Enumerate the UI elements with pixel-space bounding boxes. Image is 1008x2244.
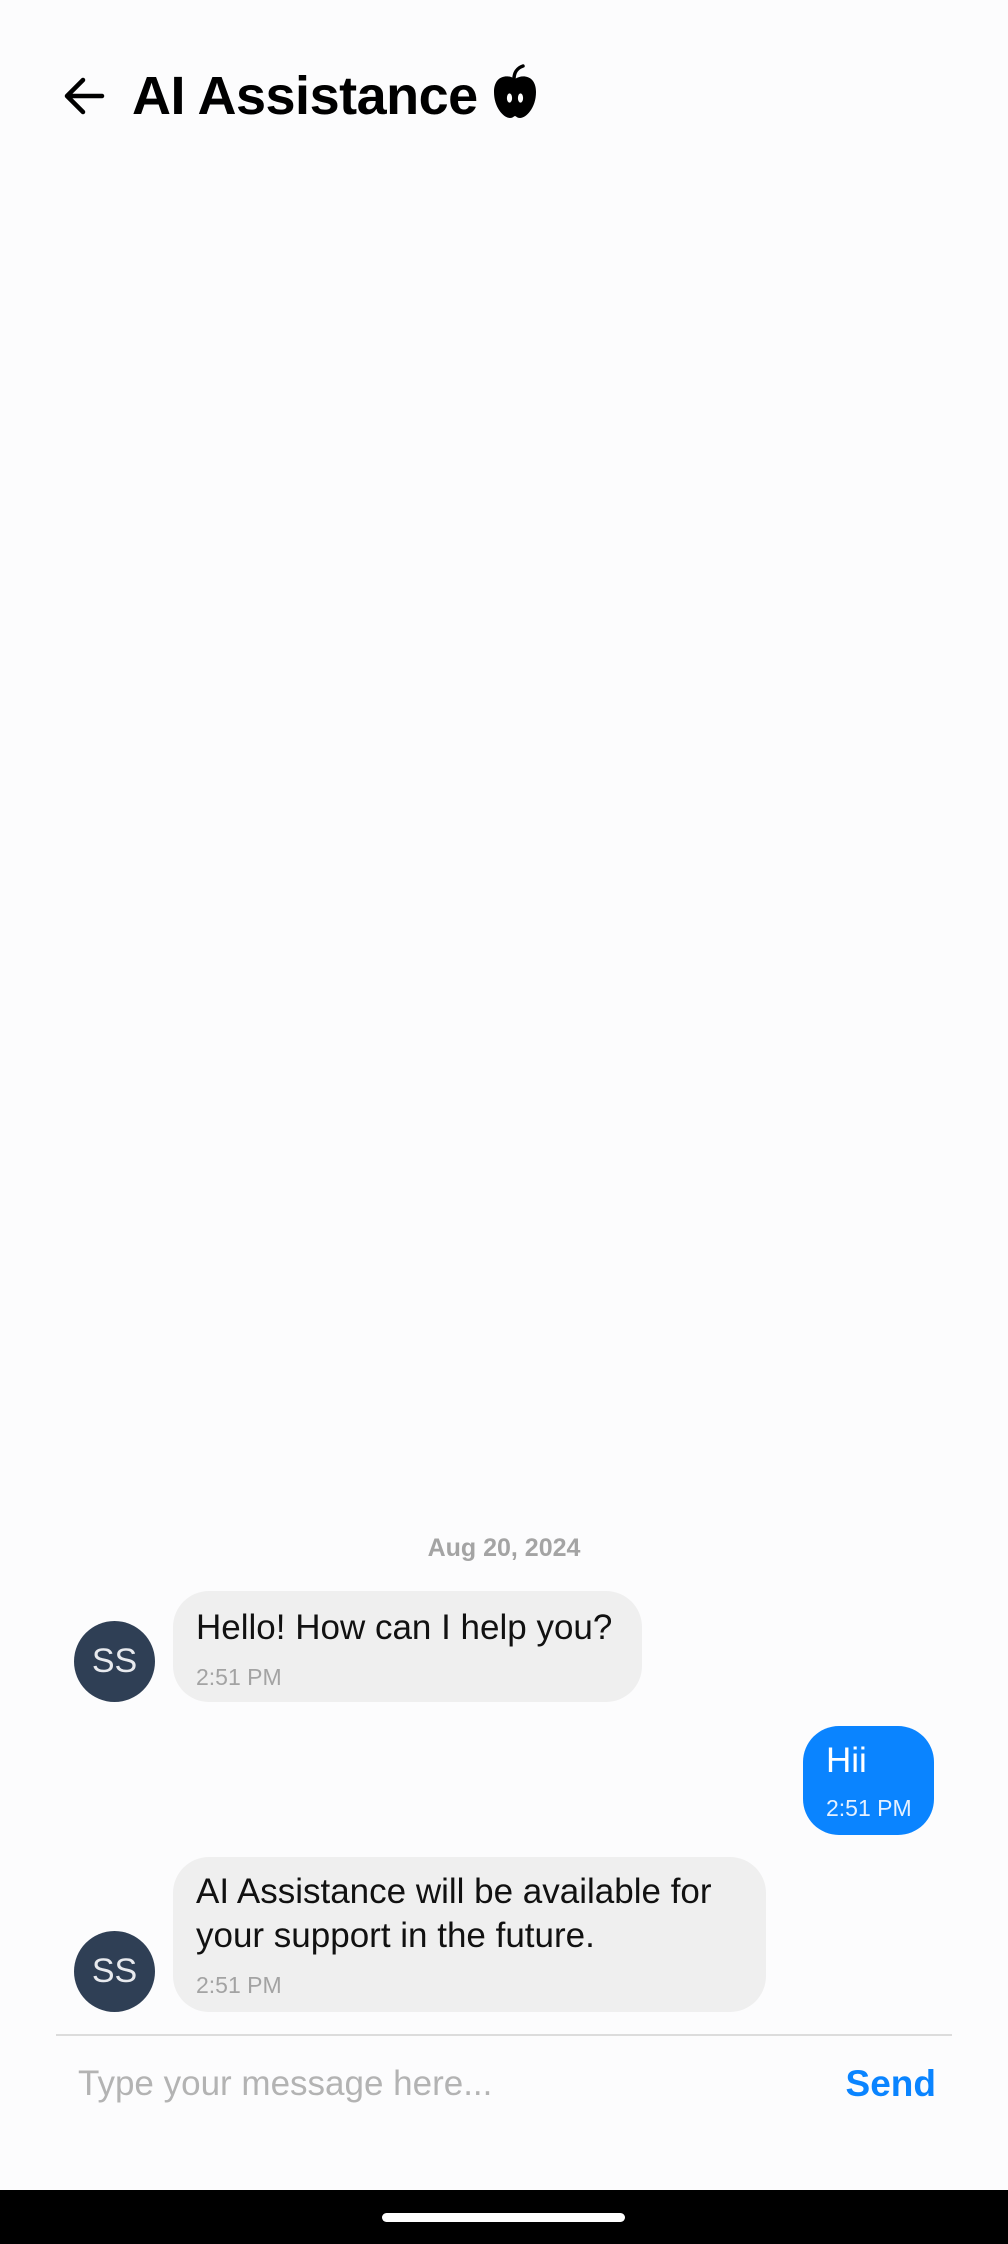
message-timestamp: 2:51 PM xyxy=(826,1795,912,1821)
composer-divider xyxy=(56,2034,952,2036)
message-bubble-incoming: AI Assistance will be available for your… xyxy=(173,1857,766,2012)
page-title: AI Assistance xyxy=(132,66,478,126)
message-text-line: your support in the future. xyxy=(196,1916,595,1955)
message-text: Hello! How can I help you? xyxy=(196,1608,613,1647)
message-bubble-outgoing: Hii 2:51 PM xyxy=(803,1726,934,1835)
message-text-line: AI Assistance will be available for xyxy=(196,1872,712,1911)
avatar: SS xyxy=(74,1621,155,1702)
avatar: SS xyxy=(74,1931,155,2012)
message-input[interactable] xyxy=(78,2052,798,2116)
message-text: Hii xyxy=(826,1741,867,1780)
avatar-initials: SS xyxy=(91,1642,138,1680)
avatar-initials: SS xyxy=(91,1952,138,1990)
home-indicator[interactable] xyxy=(382,2213,625,2222)
message-text: AI Assistance will be available for your… xyxy=(196,1870,746,1958)
back-button[interactable] xyxy=(56,68,112,124)
apple-icon xyxy=(494,64,536,118)
message-timestamp: 2:51 PM xyxy=(196,1972,282,1998)
date-separator: Aug 20, 2024 xyxy=(427,1534,581,1562)
message-timestamp: 2:51 PM xyxy=(196,1664,282,1690)
message-bubble-incoming: Hello! How can I help you? 2:51 PM xyxy=(173,1591,642,1702)
app-header: AI Assistance xyxy=(0,0,1008,190)
send-button[interactable]: Send xyxy=(826,2054,936,2114)
arrow-left-icon xyxy=(64,77,105,115)
